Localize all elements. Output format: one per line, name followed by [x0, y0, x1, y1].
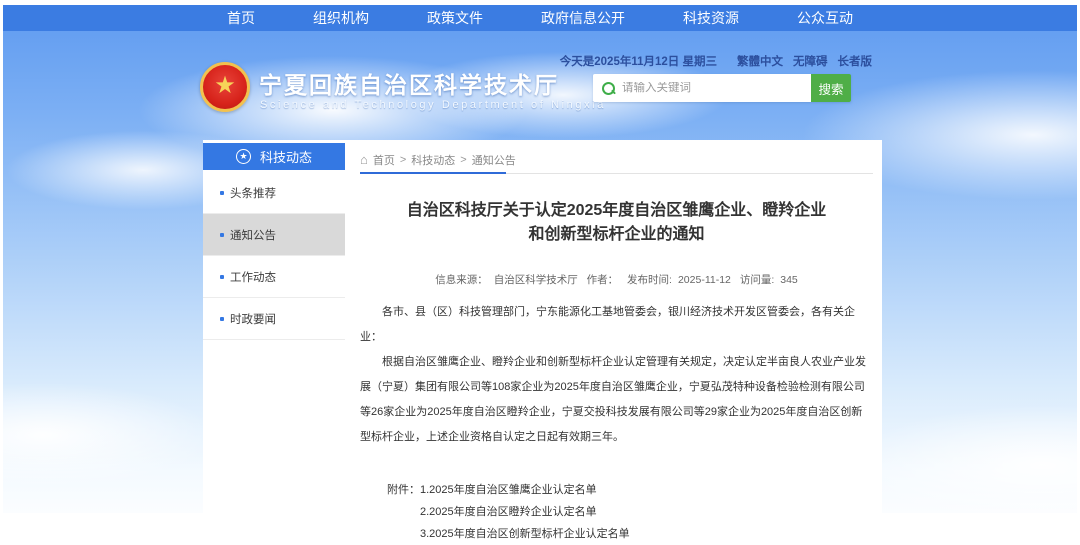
- sidebar-item-current-affairs[interactable]: 时政要闻: [203, 298, 345, 340]
- sidebar-item-notices[interactable]: 通知公告: [203, 214, 345, 256]
- attachment-link-2[interactable]: 2.2025年度自治区瞪羚企业认定名单: [420, 501, 630, 523]
- article-title-line1: 自治区科技厅关于认定2025年度自治区雏鹰企业、瞪羚企业: [360, 199, 873, 223]
- article-title: 自治区科技厅关于认定2025年度自治区雏鹰企业、瞪羚企业 和创新型标杆企业的通知: [360, 199, 873, 247]
- breadcrumb-separator: >: [400, 154, 406, 166]
- search-icon: [602, 82, 615, 95]
- current-date-text: 今天是2025年11月12日 星期三: [560, 53, 717, 69]
- breadcrumb: ⌂ 首页 > 科技动态 > 通知公告: [360, 148, 873, 171]
- nav-item-gov-info[interactable]: 政府信息公开: [541, 8, 625, 28]
- search-input-wrap: [593, 74, 811, 102]
- sidebar-item-work-updates[interactable]: 工作动态: [203, 256, 345, 298]
- breadcrumb-notices[interactable]: 通知公告: [472, 152, 516, 168]
- attachment-link-3[interactable]: 3.2025年度自治区创新型标杆企业认定名单: [420, 523, 630, 545]
- nav-item-interaction[interactable]: 公众互动: [797, 8, 853, 28]
- national-emblem-logo: ★: [200, 62, 250, 112]
- link-traditional-chinese[interactable]: 繁體中文: [737, 53, 783, 69]
- bullet-icon: [220, 233, 224, 237]
- breadcrumb-separator: >: [460, 154, 466, 166]
- paragraph-main: 根据自治区雏鹰企业、瞪羚企业和创新型标杆企业认定管理有关规定，决定认定半亩良人农…: [360, 350, 873, 450]
- top-navigation: 首页 组织机构 政策文件 政府信息公开 科技资源 公众互动: [3, 5, 1077, 31]
- article-title-line2: 和创新型标杆企业的通知: [360, 223, 873, 247]
- sidebar-item-label: 头条推荐: [230, 185, 276, 201]
- attachments-block: 附件： 1.2025年度自治区雏鹰企业认定名单 2.2025年度自治区瞪羚企业认…: [387, 479, 873, 545]
- meta-source-label: 信息来源：: [435, 274, 488, 286]
- meta-visits-value: 345: [780, 274, 798, 286]
- nav-item-organization[interactable]: 组织机构: [313, 8, 369, 28]
- search-button[interactable]: 搜索: [811, 74, 851, 102]
- article-meta: 信息来源： 自治区科学技术厅 作者： 发布时间: 2025-11-12 访问量: 34…: [360, 272, 873, 287]
- meta-publish-date: 2025-11-12: [678, 274, 731, 286]
- emblem-star-icon: ★: [214, 74, 236, 98]
- search-bar: 搜索: [593, 74, 851, 102]
- breadcrumb-divider: [360, 171, 873, 174]
- meta-source-value: 自治区科学技术厅: [494, 274, 578, 286]
- link-accessibility[interactable]: 无障碍: [793, 53, 828, 69]
- meta-visits-label: 访问量:: [740, 274, 774, 286]
- site-subtitle: Science and Technology Department of Nin…: [260, 99, 606, 111]
- paragraph-salutation: 各市、县（区）科技管理部门，宁东能源化工基地管委会，银川经济技术开发区管委会，各…: [360, 300, 873, 350]
- bullet-icon: [220, 191, 224, 195]
- sidebar-item-label: 通知公告: [230, 227, 276, 243]
- sidebar-menu: 头条推荐 通知公告 工作动态 时政要闻: [203, 172, 345, 340]
- circle-star-icon: ★: [236, 149, 251, 164]
- sidebar-item-label: 时政要闻: [230, 311, 276, 327]
- sidebar-header: ★ 科技动态: [203, 143, 345, 170]
- nav-item-policy[interactable]: 政策文件: [427, 8, 483, 28]
- nav-item-home[interactable]: 首页: [227, 8, 255, 28]
- search-input[interactable]: [622, 82, 811, 94]
- sidebar-item-headlines[interactable]: 头条推荐: [203, 172, 345, 214]
- sidebar-item-label: 工作动态: [230, 269, 276, 285]
- attachments-label: 附件：: [387, 479, 420, 545]
- site-title: 宁夏回族自治区科学技术厅: [259, 66, 559, 100]
- article-body: 各市、县（区）科技管理部门，宁东能源化工基地管委会，银川经济技术开发区管委会，各…: [360, 300, 873, 450]
- breadcrumb-tech-news[interactable]: 科技动态: [411, 152, 455, 168]
- content-panel: ★ 科技动态 头条推荐 通知公告 工作动态 时政要闻 ⌂: [203, 140, 882, 513]
- meta-author-label: 作者：: [587, 274, 619, 286]
- nav-item-resources[interactable]: 科技资源: [683, 8, 739, 28]
- header-quick-links: 繁體中文 无障碍 长者版: [737, 53, 872, 69]
- sidebar: ★ 科技动态 头条推荐 通知公告 工作动态 时政要闻: [203, 143, 345, 340]
- bullet-icon: [220, 317, 224, 321]
- attachment-link-1[interactable]: 1.2025年度自治区雏鹰企业认定名单: [420, 479, 630, 501]
- bullet-icon: [220, 275, 224, 279]
- link-senior-version[interactable]: 长者版: [838, 53, 873, 69]
- home-icon: ⌂: [360, 153, 368, 166]
- breadcrumb-home[interactable]: 首页: [373, 152, 395, 168]
- header-utility-row: 今天是2025年11月12日 星期三 繁體中文 无障碍 长者版: [560, 53, 872, 69]
- sidebar-title: 科技动态: [260, 147, 312, 166]
- meta-publish-label: 发布时间:: [627, 274, 672, 286]
- breadcrumb-divider-accent: [360, 172, 506, 174]
- main-content: ⌂ 首页 > 科技动态 > 通知公告 自治区科技厅关于认定2025年度自治区雏鹰…: [360, 148, 873, 545]
- attachments-list: 1.2025年度自治区雏鹰企业认定名单 2.2025年度自治区瞪羚企业认定名单 …: [420, 479, 630, 545]
